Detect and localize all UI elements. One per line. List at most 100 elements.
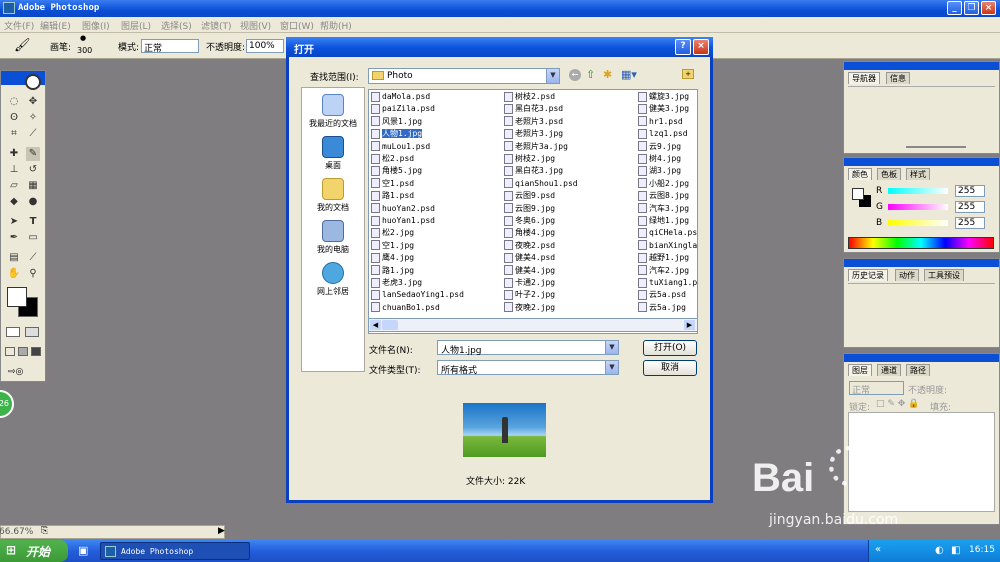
file-item[interactable]: 云图9.jpg — [504, 203, 555, 215]
cancel-button[interactable]: 取消 — [643, 360, 697, 376]
doc-info-icon[interactable]: ⎘ — [41, 526, 48, 536]
heal-tool-icon[interactable]: ✚ — [7, 147, 21, 161]
history-brush-icon[interactable]: ↺ — [26, 163, 40, 177]
tab-channels[interactable]: 通道 — [877, 364, 901, 376]
magic-wand-icon[interactable]: ✧ — [26, 111, 40, 125]
g-slider[interactable] — [888, 204, 948, 210]
desktop-folder-icon[interactable]: + — [682, 69, 694, 79]
status-arrow-icon[interactable]: ▶ — [218, 526, 225, 536]
path-select-icon[interactable]: ➤ — [7, 215, 21, 229]
tray-arrow-icon[interactable]: « — [875, 544, 881, 555]
screen-mode-2-icon[interactable] — [18, 347, 28, 356]
opacity-input[interactable]: 100% — [246, 39, 284, 53]
file-item[interactable]: 风景1.jpg — [371, 116, 422, 128]
help-button[interactable]: ? — [675, 39, 691, 55]
file-item[interactable]: 空1.psd — [371, 178, 414, 190]
volume-icon[interactable]: ◐ — [935, 545, 944, 556]
layers-blend-mode[interactable]: 正常 — [849, 381, 904, 396]
file-item[interactable]: tuXiang1.p — [638, 277, 697, 289]
look-in-combo[interactable]: Photo ▼ — [368, 68, 560, 84]
file-item[interactable]: qianShou1.psd — [504, 178, 578, 190]
tab-paths[interactable]: 路径 — [906, 364, 930, 376]
eraser-tool-icon[interactable]: ▱ — [7, 179, 21, 193]
menu-edit[interactable]: 编辑(E) — [40, 19, 71, 32]
file-item[interactable]: 健美4.psd — [504, 252, 555, 264]
screen-mode-1-icon[interactable] — [5, 347, 15, 356]
b-value-input[interactable]: 255 — [955, 217, 985, 229]
blur-tool-icon[interactable]: ◆ — [7, 195, 21, 209]
file-item[interactable]: 鹰4.jpg — [371, 252, 414, 264]
color-ramp[interactable] — [848, 237, 994, 249]
restore-button[interactable]: ❐ — [964, 1, 979, 15]
file-item[interactable]: muLou1.psd — [371, 141, 430, 153]
file-item[interactable]: 汽车2.jpg — [638, 265, 689, 277]
file-item[interactable]: 角楼4.jpg — [504, 227, 555, 239]
file-item[interactable]: bianXingla — [638, 240, 697, 252]
tab-swatches[interactable]: 色板 — [877, 168, 901, 180]
stamp-tool-icon[interactable]: ⊥ — [7, 163, 21, 177]
dodge-tool-icon[interactable]: ● — [26, 195, 40, 209]
photoshop-eye-icon[interactable] — [25, 74, 41, 90]
file-item[interactable]: 叶子2.jpg — [504, 289, 555, 301]
r-slider[interactable] — [888, 188, 948, 194]
file-item[interactable]: daMola.psd — [371, 91, 430, 103]
file-item[interactable]: 树枝2.jpg — [504, 153, 555, 165]
eyedropper-icon[interactable]: ⟋ — [26, 251, 40, 265]
file-item[interactable]: 老照片3.psd — [504, 116, 563, 128]
scroll-thumb[interactable] — [382, 320, 398, 330]
brush-size[interactable]: 300 — [77, 46, 92, 55]
file-item[interactable]: 云图9.psd — [504, 190, 555, 202]
file-item[interactable]: 黑白花3.psd — [504, 103, 563, 115]
file-item[interactable]: 人物1.jpg — [371, 128, 423, 140]
file-item[interactable]: 健美4.jpg — [504, 265, 555, 277]
lasso-tool-icon[interactable]: ʘ — [7, 111, 21, 125]
quickmask-mode-icon[interactable] — [25, 327, 39, 337]
back-icon[interactable]: ← — [569, 69, 581, 81]
filetype-select[interactable]: 所有格式 ▼ — [437, 360, 619, 376]
menu-window[interactable]: 窗口(W) — [280, 19, 314, 32]
file-item[interactable]: 老照片3a.jpg — [504, 141, 568, 153]
chevron-down-icon[interactable]: ▼ — [605, 341, 618, 354]
tab-navigator[interactable]: 导航器 — [848, 72, 880, 84]
up-folder-icon[interactable]: ⇧ — [586, 68, 595, 81]
menu-view[interactable]: 视图(V) — [240, 19, 271, 32]
file-item[interactable]: chuanBo1.psd — [371, 302, 440, 314]
brush-tool-icon[interactable]: 🖌 — [14, 38, 31, 53]
horizontal-scrollbar[interactable]: ◀ ▶ — [368, 318, 698, 332]
tab-tool-presets[interactable]: 工具预设 — [924, 269, 964, 281]
g-value-input[interactable]: 255 — [955, 201, 985, 213]
scroll-left-icon[interactable]: ◀ — [370, 320, 381, 330]
floating-badge[interactable]: 26 — [0, 390, 14, 418]
file-item[interactable]: 树4.jpg — [638, 153, 681, 165]
chevron-down-icon[interactable]: ▼ — [605, 361, 618, 374]
menu-file[interactable]: 文件(F) — [4, 19, 34, 32]
menu-help[interactable]: 帮助(H) — [320, 19, 352, 32]
tab-color[interactable]: 颜色 — [848, 168, 872, 180]
lock-icons[interactable]: □ ✎ ✥ 🔒 — [876, 399, 919, 409]
notes-tool-icon[interactable]: ▤ — [7, 251, 21, 265]
close-button[interactable]: × — [981, 1, 996, 15]
file-item[interactable]: 螺旋3.jpg — [638, 91, 689, 103]
file-item[interactable]: 冬奥6.jpg — [504, 215, 555, 227]
place-my-documents[interactable]: 我的文档 — [302, 178, 364, 213]
tab-layers[interactable]: 图层 — [848, 364, 872, 376]
file-item[interactable]: 树枝2.psd — [504, 91, 555, 103]
menu-layer[interactable]: 图层(L) — [121, 19, 151, 32]
file-item[interactable]: paiZila.psd — [371, 103, 435, 115]
network-tray-icon[interactable]: ◧ — [951, 545, 960, 556]
file-item[interactable]: 松2.psd — [371, 153, 414, 165]
filename-input[interactable]: 人物1.jpg ▼ — [437, 340, 619, 356]
file-item[interactable]: 健美3.jpg — [638, 103, 689, 115]
file-item[interactable]: 路1.jpg — [371, 265, 414, 277]
type-tool-icon[interactable]: T — [26, 215, 40, 229]
b-slider[interactable] — [888, 220, 948, 226]
zoom-level[interactable]: 66.67% — [0, 527, 33, 537]
file-item[interactable]: 老虎3.jpg — [371, 277, 422, 289]
dialog-close-button[interactable]: × — [693, 39, 709, 55]
shape-tool-icon[interactable]: ▭ — [26, 231, 40, 245]
r-value-input[interactable]: 255 — [955, 185, 985, 197]
menu-filter[interactable]: 滤镜(T) — [201, 19, 232, 32]
file-item[interactable]: 越野1.jpg — [638, 252, 689, 264]
menu-select[interactable]: 选择(S) — [161, 19, 192, 32]
menu-image[interactable]: 图像(I) — [82, 19, 110, 32]
